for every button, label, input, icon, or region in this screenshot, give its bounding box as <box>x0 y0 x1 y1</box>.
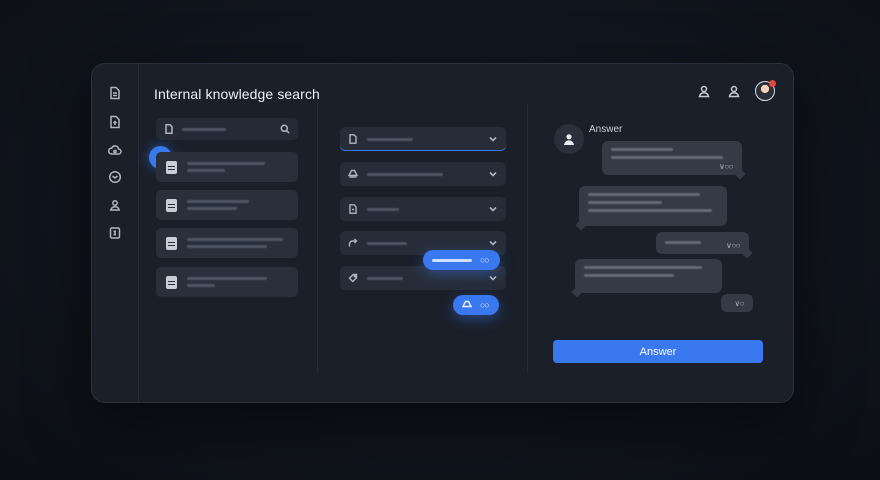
chevron-down-icon <box>489 171 497 177</box>
read-receipt-icon: ∨○○ <box>718 162 734 171</box>
person-icon <box>564 134 574 145</box>
chevron-down-icon <box>489 240 497 246</box>
icon-rail <box>92 64 139 402</box>
file-upload-icon[interactable] <box>108 115 122 129</box>
assistant-avatar <box>554 124 584 154</box>
chat-message: ∨○○ <box>602 141 746 180</box>
chat-message <box>575 186 727 231</box>
app-window: Internal knowledge search ○○ ○○ Answer ∨… <box>91 63 794 403</box>
file-icon <box>349 204 357 214</box>
document-card[interactable] <box>156 267 298 297</box>
notification-dot <box>769 80 776 87</box>
user-avatar[interactable] <box>755 80 776 101</box>
file-icon <box>166 198 177 212</box>
answer-button[interactable]: Answer <box>553 340 763 363</box>
chat-message <box>571 259 722 298</box>
header-actions <box>695 80 776 101</box>
page-title: Internal knowledge search <box>154 86 320 102</box>
dots-icon: ○○ <box>480 255 490 265</box>
dots-icon: ○○ <box>480 300 490 310</box>
suggestion-chip[interactable]: ○○ <box>453 295 499 315</box>
tag-icon <box>348 273 358 283</box>
document-icon <box>165 124 173 134</box>
chevron-down-icon <box>489 136 497 142</box>
document-card[interactable] <box>156 190 298 220</box>
document-card[interactable] <box>156 228 298 258</box>
users-icon[interactable] <box>108 198 122 212</box>
chevron-down-icon <box>489 275 497 281</box>
suggestion-chip[interactable]: ○○ <box>423 250 500 270</box>
filter-dropdown[interactable] <box>340 162 506 186</box>
filter-dropdown[interactable] <box>340 197 506 221</box>
drive-icon <box>348 169 358 178</box>
user-icon[interactable] <box>695 82 713 100</box>
filter-dropdown[interactable] <box>340 127 506 151</box>
read-receipt-icon: ∨○○ <box>725 241 741 250</box>
assistant-label: Answer <box>589 124 623 135</box>
read-receipt-icon: ∨○ <box>734 299 744 308</box>
file-icon <box>166 236 177 250</box>
document-icon <box>349 134 357 144</box>
chat-message: ∨○ <box>721 294 753 312</box>
chat-message: ∨○○ <box>656 232 753 259</box>
chevron-down-icon <box>489 206 497 212</box>
file-icon <box>166 160 177 174</box>
document-icon[interactable] <box>108 86 122 100</box>
mail-icon[interactable] <box>108 170 122 184</box>
drive-icon <box>462 300 472 308</box>
document-card[interactable] <box>156 152 298 182</box>
ledger-icon[interactable] <box>108 226 122 240</box>
share-icon <box>348 238 358 247</box>
column-divider <box>317 104 318 372</box>
search-placeholder <box>182 127 226 131</box>
search-input[interactable] <box>156 118 298 140</box>
search-icon[interactable] <box>280 124 290 134</box>
column-divider <box>527 104 528 372</box>
cloud-icon[interactable] <box>108 143 122 157</box>
account-icon[interactable] <box>725 82 743 100</box>
file-icon <box>166 275 177 289</box>
